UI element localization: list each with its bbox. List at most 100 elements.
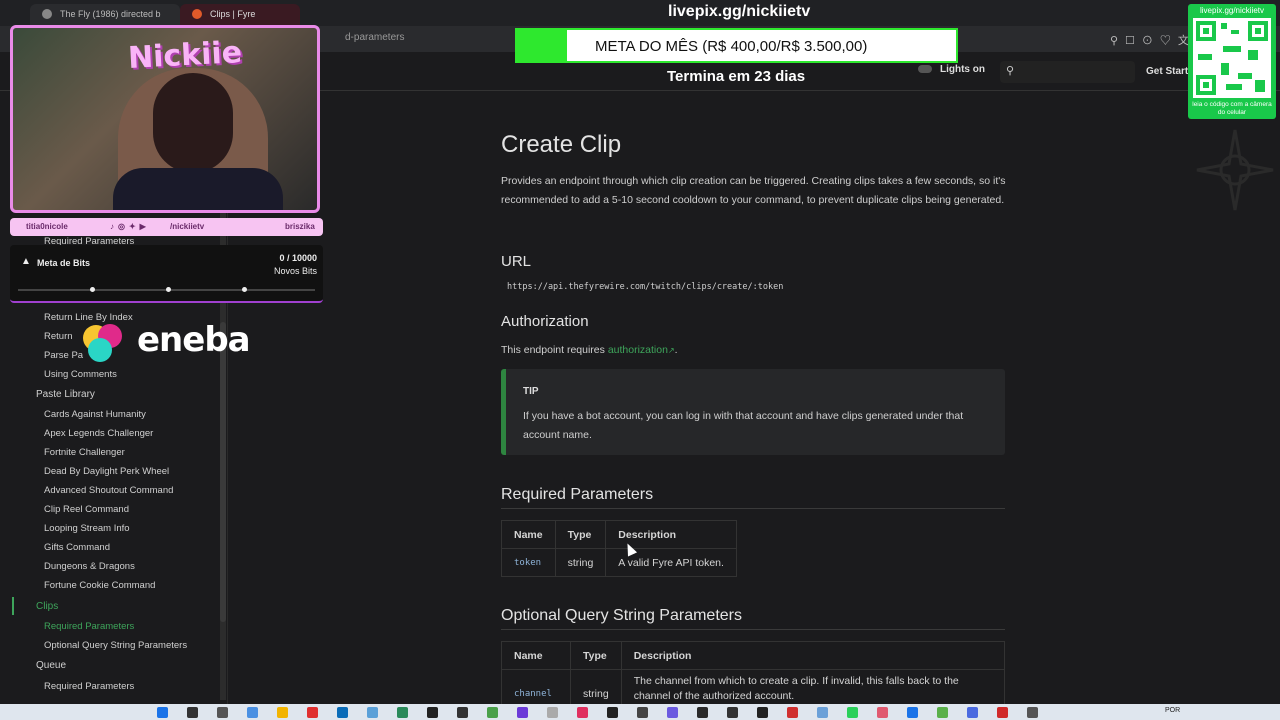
taskbar-app-icon[interactable]: [187, 707, 198, 718]
sidebar-item[interactable]: Dead By Daylight Perk Wheel: [44, 466, 169, 477]
sidebar-item[interactable]: Required Parameters: [44, 681, 134, 692]
taskbar-app-icon[interactable]: [787, 707, 798, 718]
sidebar-item[interactable]: Fortune Cookie Command: [44, 580, 155, 591]
taskbar-app-icon[interactable]: [967, 707, 978, 718]
taskbar-app-icon[interactable]: [667, 707, 678, 718]
tip-title: TIP: [523, 386, 539, 397]
lights-toggle[interactable]: Lights on: [918, 64, 985, 75]
language-indicator[interactable]: POR: [1165, 707, 1180, 714]
taskbar-app-icon[interactable]: [427, 707, 438, 718]
milestone-dot: [90, 287, 95, 292]
taskbar-app-icon[interactable]: [907, 707, 918, 718]
milestone-dot: [166, 287, 171, 292]
favicon-icon: [42, 9, 52, 19]
address-text[interactable]: d-parameters: [345, 32, 404, 43]
taskbar-app-icon[interactable]: [937, 707, 948, 718]
bits-count-value: 0 / 10000: [279, 253, 317, 263]
taskbar-app-icon[interactable]: [547, 707, 558, 718]
endpoint-url: https://api.thefyrewire.com/twitch/clips…: [507, 282, 784, 292]
taskbar-app-icon[interactable]: [157, 707, 168, 718]
required-params-table: Name Type Description token string A val…: [501, 520, 737, 577]
sponsor-logo: eneba: [137, 320, 251, 360]
taskbar-app-icon[interactable]: [517, 707, 528, 718]
browser-tab-bar: The Fly (1986) directed b Clips | Fyre: [0, 0, 1280, 26]
streamer-head: [153, 73, 233, 173]
sidebar-item[interactable]: Dungeons & Dragons: [44, 561, 135, 572]
active-indicator: [12, 597, 14, 615]
taskbar-app-icon[interactable]: [337, 707, 348, 718]
bits-unit: Novos Bits: [273, 266, 317, 276]
taskbar-app-icon[interactable]: [577, 707, 588, 718]
donation-deadline: Termina em 23 dias: [667, 68, 806, 85]
taskbar-app-icon[interactable]: [997, 707, 1008, 718]
taskbar-app-icon[interactable]: [877, 707, 888, 718]
browser-tab[interactable]: The Fly (1986) directed b: [30, 4, 180, 26]
sidebar-item[interactable]: Return: [44, 331, 73, 342]
taskbar-app-icon[interactable]: [277, 707, 288, 718]
tab-label: Clips | Fyre: [210, 9, 256, 19]
sidebar-item[interactable]: Queue: [36, 660, 66, 671]
page-title: Create Clip: [501, 131, 622, 158]
column-header: Name: [501, 520, 556, 549]
taskbar-app-icon[interactable]: [307, 707, 318, 718]
taskbar-app-icon[interactable]: [727, 707, 738, 718]
bits-count: 0 / 10000 Novos Bits: [274, 252, 317, 278]
taskbar-app-icon[interactable]: [1027, 707, 1038, 718]
sidebar-item[interactable]: Looping Stream Info: [44, 523, 130, 534]
taskbar-app-icon[interactable]: [457, 707, 468, 718]
param-type: string: [554, 548, 607, 577]
taskbar-app-icon[interactable]: [217, 707, 228, 718]
sidebar-item[interactable]: Paste Library: [36, 389, 95, 400]
external-link-icon: ↗: [667, 346, 675, 355]
authorization-link[interactable]: authorization: [608, 344, 668, 356]
taskbar-app-icon[interactable]: [637, 707, 648, 718]
taskbar-app-icon[interactable]: [697, 707, 708, 718]
toolbar-icons[interactable]: ⚲☐⊙♡文: [1110, 32, 1196, 48]
qr-caption: leia o código com a câmera do celular: [1192, 101, 1272, 116]
milestone-dot: [242, 287, 247, 292]
social-right: briszika: [285, 222, 315, 231]
intro-text: Provides an endpoint through which clip …: [501, 175, 1006, 206]
eneba-logo-icon: [83, 324, 122, 362]
authorization-text: This endpoint requires authorization↗.: [501, 344, 678, 356]
get-started-link[interactable]: Get Starte: [1146, 66, 1194, 77]
social-handle: /nickiietv: [170, 222, 205, 231]
sidebar-item[interactable]: Apex Legends Challenger: [44, 428, 153, 439]
tab-label: The Fly (1986) directed b: [60, 9, 161, 19]
sidebar-item[interactable]: Required Parameters: [44, 621, 134, 632]
bits-icon: ▲: [21, 256, 31, 267]
taskbar-app-icon[interactable]: [367, 707, 378, 718]
scrollbar-thumb[interactable]: [220, 322, 226, 622]
donation-goal-text: META DO MÊS (R$ 400,00/R$ 3.500,00): [595, 38, 868, 55]
qr-widget: livepix.gg/nickiietv leia o código com a…: [1188, 4, 1276, 119]
search-icon: ⚲: [1006, 65, 1015, 77]
tip-body: If you have a bot account, you can log i…: [523, 410, 964, 441]
taskbar-app-icon[interactable]: [487, 707, 498, 718]
sidebar-item[interactable]: Advanced Shoutout Command: [44, 485, 173, 496]
sidebar-item[interactable]: Clips: [36, 601, 58, 612]
bits-progress-track: [18, 287, 315, 292]
sidebar-item[interactable]: Fortnite Challenger: [44, 447, 125, 458]
sidebar-item[interactable]: Clip Reel Command: [44, 504, 129, 515]
toggle-icon: [918, 65, 932, 74]
taskbar-app-icon[interactable]: [247, 707, 258, 718]
taskbar-app-icon[interactable]: [607, 707, 618, 718]
streamer-shirt: [113, 168, 283, 210]
donation-progress-fill: [517, 30, 568, 61]
table-header-row: Name Type Description: [501, 641, 1006, 670]
webcam-overlay: Nickiie: [10, 25, 320, 213]
taskbar-app-icon[interactable]: [817, 707, 828, 718]
column-header: Type: [554, 520, 607, 549]
sidebar-item[interactable]: Using Comments: [44, 369, 117, 380]
required-parameters-heading: Required Parameters: [501, 486, 654, 503]
search-input[interactable]: ⚲: [1000, 61, 1135, 83]
social-bar: titia0nicole ♪◎✦▶ /nickiietv briszika: [10, 218, 323, 236]
taskbar-app-icon[interactable]: [757, 707, 768, 718]
sidebar-item[interactable]: Cards Against Humanity: [44, 409, 146, 420]
sidebar-item[interactable]: Gifts Command: [44, 542, 110, 553]
taskbar-app-icon[interactable]: [397, 707, 408, 718]
taskbar-app-icon[interactable]: [847, 707, 858, 718]
divider: [501, 629, 1005, 630]
browser-tab-active[interactable]: Clips | Fyre: [180, 4, 300, 26]
sidebar-item[interactable]: Optional Query String Parameters: [44, 640, 187, 651]
